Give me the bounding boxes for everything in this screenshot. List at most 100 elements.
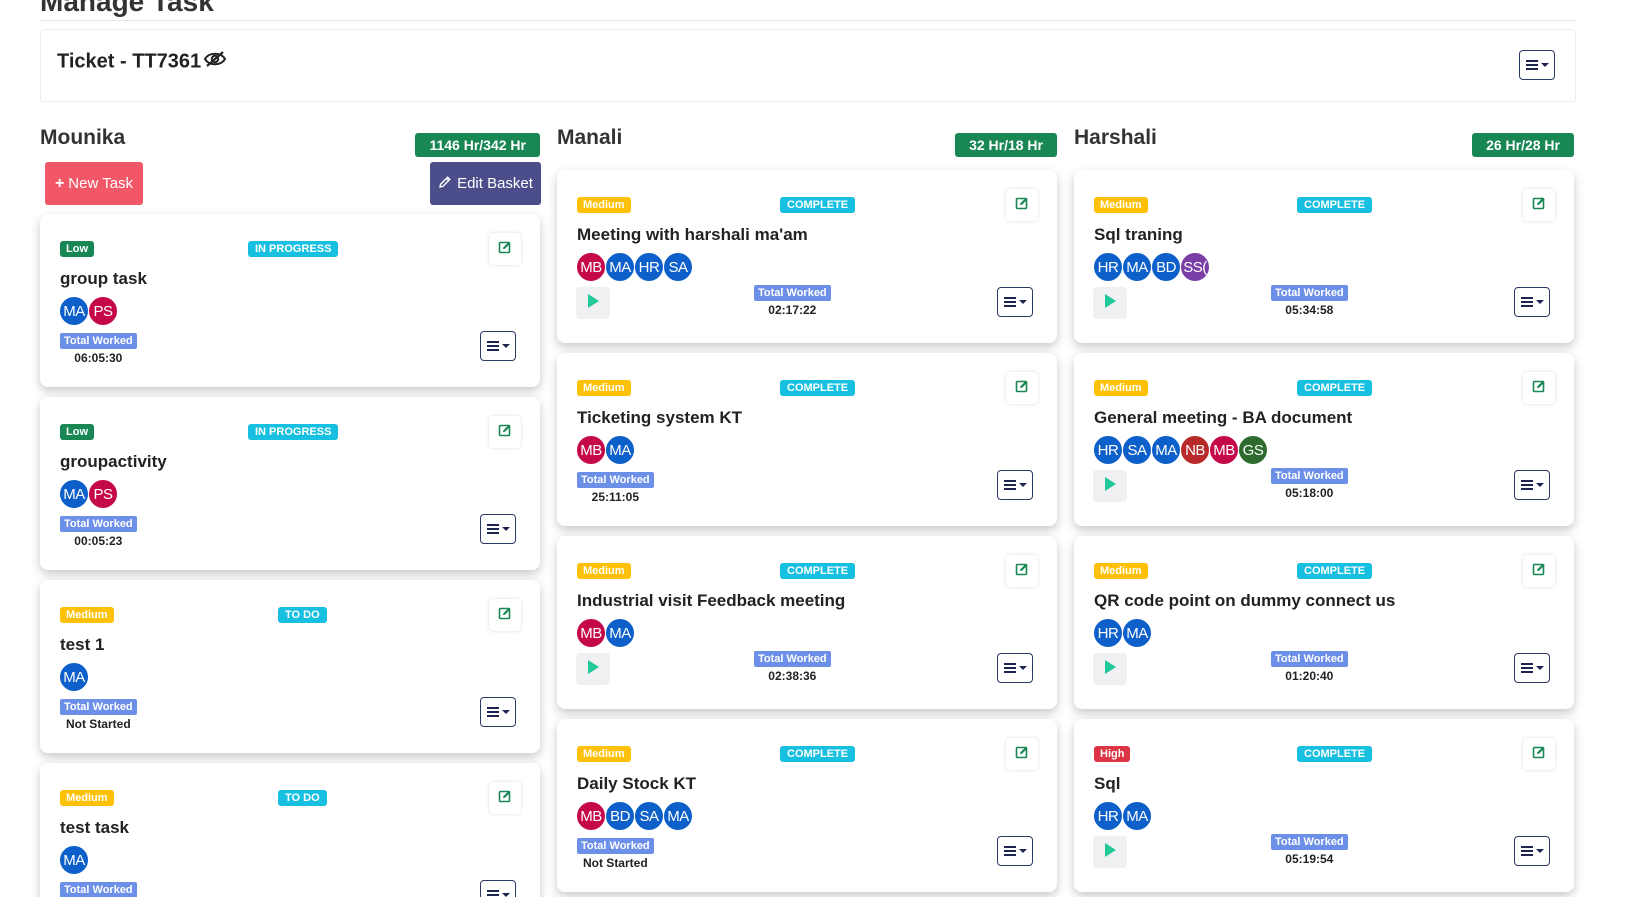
play-button[interactable] [1093,836,1127,868]
edit-square-icon [1015,196,1029,215]
avatar[interactable]: MA [59,845,89,875]
task-card[interactable]: Low IN PROGRESS groupactivity MA PS Total Wor… [40,397,540,570]
task-menu-button[interactable] [480,880,516,897]
avatar[interactable]: GS [1238,435,1268,465]
avatar[interactable]: SS( [1180,252,1210,282]
task-title[interactable]: Sql traning [1094,225,1183,245]
edit-task-button[interactable] [1523,189,1555,221]
task-menu-button[interactable] [480,697,516,727]
task-card[interactable]: Medium COMPLETE Daily Stock KT MB BD SA MA Tota… [557,719,1057,892]
play-button[interactable] [576,653,610,685]
avatar[interactable]: MB [576,435,606,465]
task-menu-button[interactable] [480,331,516,361]
task-menu-button[interactable] [1514,836,1550,866]
task-title[interactable]: Sql [1094,774,1120,794]
avatar[interactable]: MA [59,662,89,692]
avatar[interactable]: SA [1122,435,1152,465]
avatar[interactable]: MA [663,801,693,831]
eye-slash-icon[interactable] [203,50,227,74]
avatar[interactable]: MA [59,479,89,509]
edit-task-button[interactable] [1006,189,1038,221]
play-button[interactable] [576,287,610,319]
avatar[interactable]: SA [663,252,693,282]
edit-task-button[interactable] [1523,555,1555,587]
avatar[interactable]: HR [1093,618,1123,648]
task-title[interactable]: Meeting with harshali ma'am [577,225,808,245]
new-task-button[interactable]: + New Task [45,162,143,205]
avatar[interactable]: MA [605,618,635,648]
task-card[interactable]: Medium COMPLETE QR code point on dummy con… [1074,536,1574,709]
task-menu-button[interactable] [480,514,516,544]
avatar[interactable]: HR [1093,801,1123,831]
edit-task-button[interactable] [1006,738,1038,770]
task-menu-button[interactable] [997,653,1033,683]
task-title[interactable]: groupactivity [60,452,167,472]
avatar[interactable]: MA [605,435,635,465]
hours-badge: 32 Hr/18 Hr [955,133,1057,157]
task-card[interactable]: Medium COMPLETE Ticketing system KT MB MA Tot… [557,353,1057,526]
task-card[interactable]: Medium COMPLETE Industrial visit Feedback … [557,536,1057,709]
edit-task-button[interactable] [1523,738,1555,770]
task-title[interactable]: test 1 [60,635,104,655]
avatar[interactable]: BD [605,801,635,831]
avatar[interactable]: MA [1151,435,1181,465]
task-menu-button[interactable] [997,836,1033,866]
priority-badge: Medium [1094,197,1148,213]
avatar[interactable]: MB [576,801,606,831]
avatar[interactable]: BD [1151,252,1181,282]
list-icon [486,341,499,351]
play-button[interactable] [1093,470,1127,502]
avatar[interactable]: MA [1122,618,1152,648]
task-menu-button[interactable] [1514,470,1550,500]
task-menu-button[interactable] [1514,653,1550,683]
avatar[interactable]: PS [88,479,118,509]
task-card[interactable]: Low IN PROGRESS group task MA PS Total Worked… [40,214,540,387]
task-card[interactable]: High COMPLETE Sql HR MA Total Worked 05:19:54 [1074,719,1574,892]
task-card[interactable]: Medium TO DO test task MA Total Worked [40,763,540,897]
task-card[interactable]: Medium COMPLETE General meeting - BA docum… [1074,353,1574,526]
task-menu-button[interactable] [997,287,1033,317]
avatar[interactable]: MA [1122,252,1152,282]
play-button[interactable] [1093,653,1127,685]
task-menu-button[interactable] [1514,287,1550,317]
task-title[interactable]: QR code point on dummy connect us [1094,591,1395,611]
task-title[interactable]: General meeting - BA document [1094,408,1352,428]
avatar[interactable]: NB [1180,435,1210,465]
edit-basket-button[interactable]: Edit Basket [430,162,541,205]
total-worked-label: Total Worked [1271,468,1348,484]
task-title[interactable]: group task [60,269,147,289]
task-title[interactable]: test task [60,818,129,838]
edit-task-button[interactable] [1523,372,1555,404]
priority-badge: Medium [60,790,114,806]
avatar[interactable]: HR [1093,252,1123,282]
edit-task-button[interactable] [489,416,521,448]
edit-task-button[interactable] [489,599,521,631]
edit-task-button[interactable] [489,782,521,814]
avatar[interactable]: MA [59,296,89,326]
task-card[interactable]: Medium COMPLETE Meeting with harshali ma'a… [557,170,1057,343]
avatar[interactable]: MB [576,618,606,648]
task-title[interactable]: Industrial visit Feedback meeting [577,591,845,611]
avatar[interactable]: MA [1122,801,1152,831]
edit-square-icon [498,423,512,442]
edit-task-button[interactable] [1006,555,1038,587]
task-title[interactable]: Ticketing system KT [577,408,742,428]
list-icon [1003,480,1016,490]
task-menu-button[interactable] [997,470,1033,500]
avatar[interactable]: SA [634,801,664,831]
status-badge: COMPLETE [780,197,856,213]
edit-task-button[interactable] [489,233,521,265]
avatar[interactable]: HR [634,252,664,282]
task-title[interactable]: Daily Stock KT [577,774,696,794]
play-button[interactable] [1093,287,1127,319]
avatar[interactable]: HR [1093,435,1123,465]
task-card[interactable]: Medium TO DO test 1 MA Total Worked Not Start… [40,580,540,753]
edit-task-button[interactable] [1006,372,1038,404]
avatar[interactable]: MB [1209,435,1239,465]
avatar[interactable]: MB [576,252,606,282]
avatar[interactable]: MA [605,252,635,282]
ticket-menu-button[interactable] [1519,50,1555,80]
list-icon [1520,480,1533,490]
task-card[interactable]: Medium COMPLETE Sql traning HR MA BD SS(Total … [1074,170,1574,343]
avatar[interactable]: PS [88,296,118,326]
